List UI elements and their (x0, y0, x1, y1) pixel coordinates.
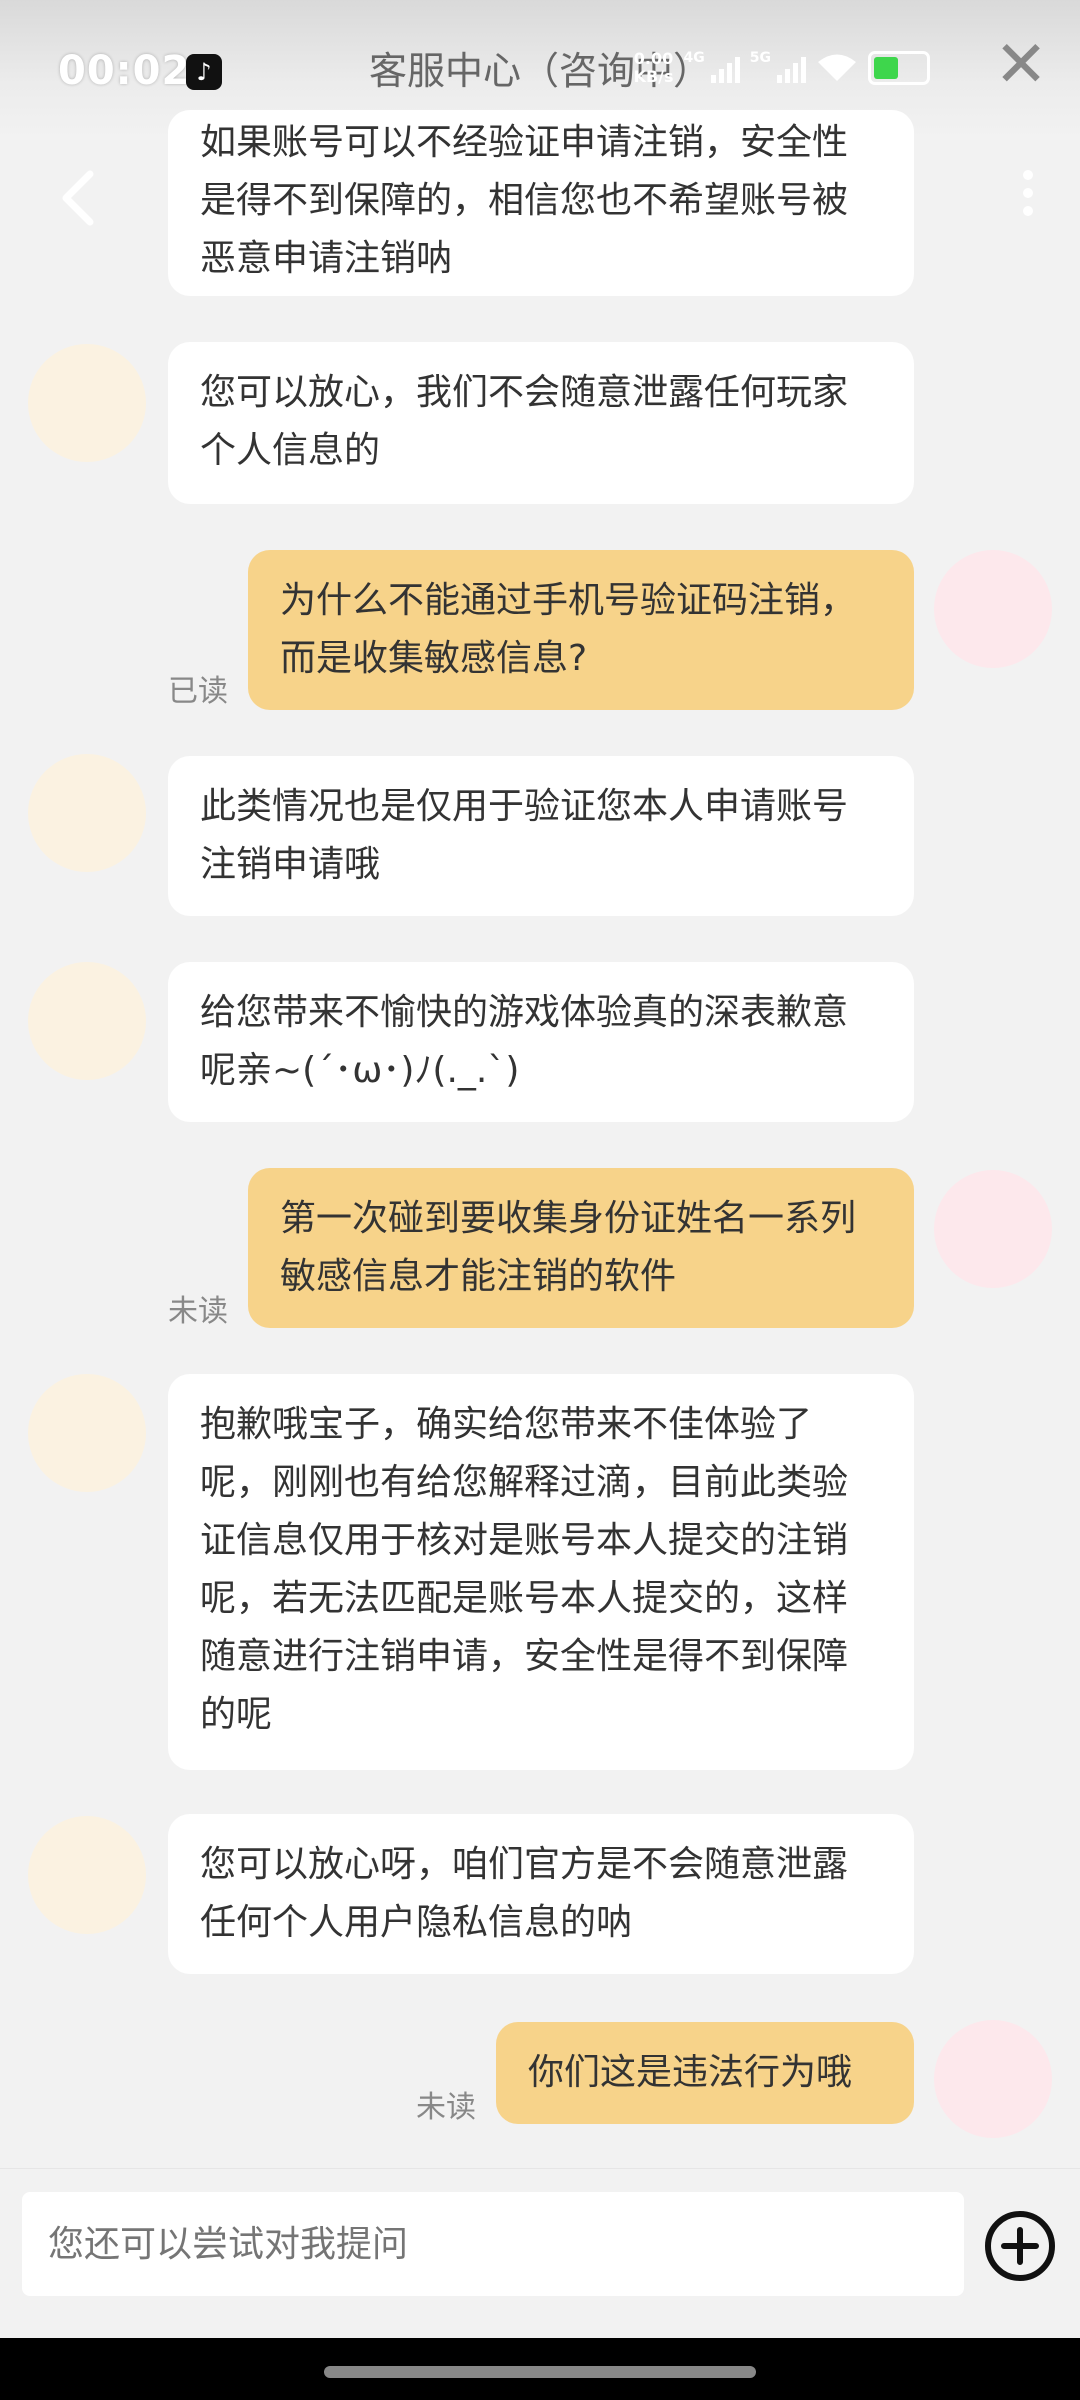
user-message: 为什么不能通过手机号验证码注销，而是收集敏感信息? (248, 550, 914, 710)
bot-message: 此类情况也是仅用于验证您本人申请账号注销申请哦 (168, 756, 914, 916)
network-speed: 0.00 KB/s (634, 50, 674, 86)
signal-icon (777, 53, 806, 83)
battery-icon (868, 51, 930, 85)
question-input[interactable] (22, 2192, 964, 2296)
bot-avatar (28, 754, 146, 872)
user-avatar (934, 2020, 1052, 2138)
close-icon[interactable]: ✕ (986, 30, 1056, 100)
bot-avatar (28, 1374, 146, 1492)
network-type-4g: 4G (683, 50, 705, 66)
signal-icon (710, 53, 740, 83)
bot-avatar (28, 962, 146, 1080)
user-avatar (934, 1170, 1052, 1288)
bot-message: 抱歉哦宝子，确实给您带来不佳体验了呢，刚刚也有给您解释过滴，目前此类验证信息仅用… (168, 1374, 914, 1770)
back-arrow-icon[interactable] (56, 168, 100, 228)
network-speed-unit: KB/s (633, 67, 674, 86)
read-status: 已读 (168, 674, 228, 709)
more-icon[interactable] (1016, 170, 1040, 226)
network-type-5g: 5G (749, 50, 771, 66)
read-status: 未读 (416, 2090, 476, 2125)
bot-message: 给您带来不愉快的游戏体验真的深表歉意呢亲~(´･ω･)ﾉ(._.`) (168, 962, 914, 1122)
user-message: 第一次碰到要收集身份证姓名一系列敏感信息才能注销的软件 (248, 1168, 914, 1328)
home-indicator[interactable] (324, 2366, 756, 2378)
bot-avatar (28, 1816, 146, 1934)
bot-message: 如果账号可以不经验证申请注销，安全性是得不到保障的，相信您也不希望账号被恶意申请… (168, 110, 914, 296)
system-icons: 0.00 KB/s 4G 5G (634, 50, 930, 86)
wifi-icon (818, 54, 856, 81)
user-avatar (934, 550, 1052, 668)
user-message: 你们这是违法行为哦 (496, 2022, 914, 2124)
bot-message: 您可以放心呀，咱们官方是不会随意泄露任何个人用户隐私信息的呐 (168, 1814, 914, 1974)
read-status: 未读 (168, 1294, 228, 1329)
add-icon[interactable] (984, 2210, 1056, 2282)
network-speed-value: 0.00 (633, 49, 674, 68)
bot-message: 您可以放心，我们不会随意泄露任何玩家个人信息的 (168, 342, 914, 504)
bot-avatar (28, 344, 146, 462)
